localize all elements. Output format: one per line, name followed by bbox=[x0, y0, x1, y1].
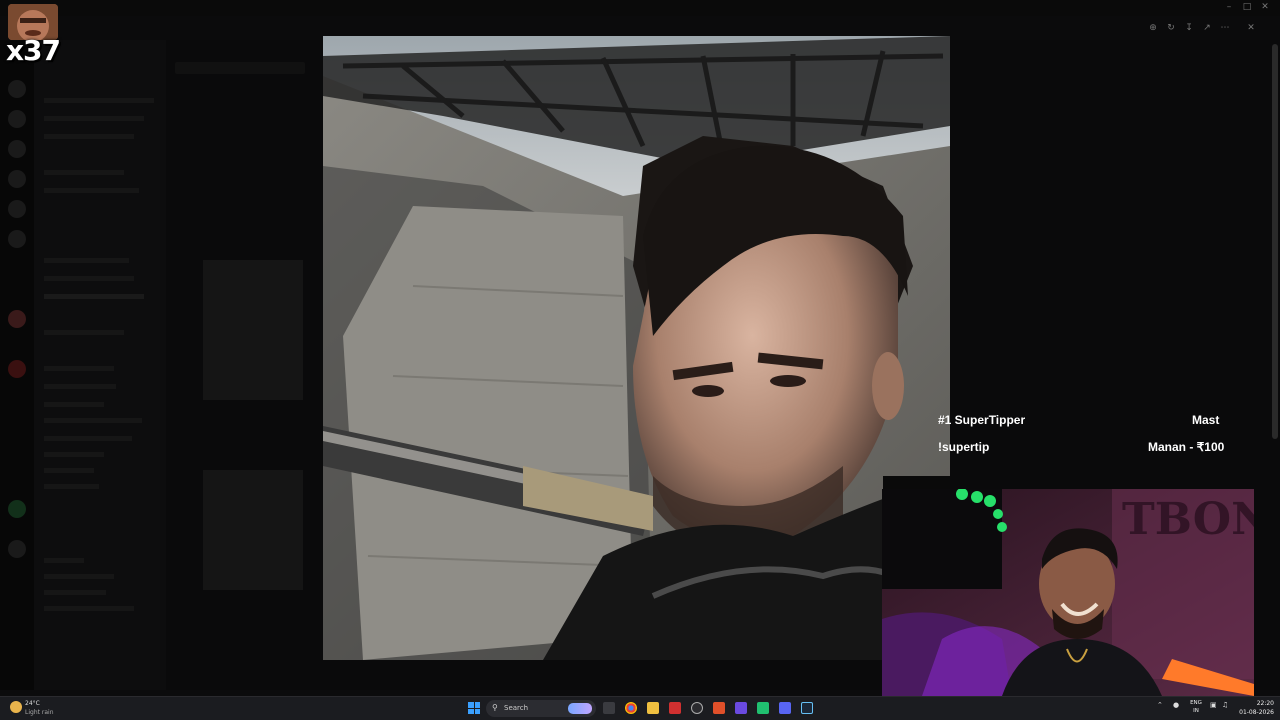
webcam-feed: TBON bbox=[882, 489, 1254, 696]
clock-time: 22:20 bbox=[1256, 700, 1274, 707]
weather-icon[interactable] bbox=[10, 701, 22, 713]
chevron-up-icon[interactable]: ⌃ bbox=[1157, 701, 1163, 709]
open-external-icon[interactable]: ↗ bbox=[1200, 21, 1214, 35]
channel-item[interactable] bbox=[44, 258, 129, 263]
channel-item[interactable] bbox=[44, 606, 134, 611]
supertip-command: !supertip bbox=[938, 440, 990, 454]
multiplier-label: x37 bbox=[6, 34, 61, 67]
app-icon[interactable] bbox=[669, 702, 681, 714]
svg-text:TBON: TBON bbox=[1122, 494, 1254, 545]
volume-icon[interactable]: ♫ bbox=[1222, 701, 1228, 709]
maximize-icon[interactable]: □ bbox=[1240, 2, 1254, 12]
close-viewer-icon[interactable]: ✕ bbox=[1244, 21, 1258, 35]
search-highlight-icon bbox=[568, 703, 592, 714]
channel-item[interactable] bbox=[44, 558, 84, 563]
region-code: IN bbox=[1193, 708, 1199, 714]
channel-item[interactable] bbox=[44, 436, 132, 441]
download-icon[interactable]: ↧ bbox=[1182, 21, 1196, 35]
close-icon[interactable]: ✕ bbox=[1258, 2, 1272, 12]
clock-date: 01-08-2026 bbox=[1239, 709, 1274, 716]
channel-item[interactable] bbox=[44, 468, 94, 473]
channel-item[interactable] bbox=[44, 330, 124, 335]
zoom-icon[interactable]: ⊕ bbox=[1146, 21, 1160, 35]
microphone-icon[interactable]: ● bbox=[1173, 701, 1179, 709]
chat-image[interactable] bbox=[203, 470, 303, 590]
server-rail bbox=[0, 40, 34, 690]
webcam-illustration: TBON bbox=[882, 489, 1254, 696]
language-code: ENG bbox=[1190, 700, 1202, 706]
discord-icon[interactable] bbox=[779, 702, 791, 714]
channel-item[interactable] bbox=[44, 418, 142, 423]
channel-item[interactable] bbox=[44, 134, 134, 139]
file-explorer-icon[interactable] bbox=[647, 702, 659, 714]
search-label: Search bbox=[504, 704, 529, 712]
system-clock[interactable]: 22:20 01-08-2026 bbox=[1234, 699, 1274, 717]
supertipper-name: Mast bbox=[1192, 413, 1220, 427]
channel-item[interactable] bbox=[44, 484, 99, 489]
network-icon[interactable]: ▣ bbox=[1210, 701, 1217, 709]
channel-item[interactable] bbox=[44, 574, 114, 579]
minimize-icon[interactable]: – bbox=[1222, 2, 1236, 12]
channel-item[interactable] bbox=[44, 384, 116, 389]
app-icon[interactable] bbox=[691, 702, 703, 714]
channel-item[interactable] bbox=[44, 590, 106, 595]
server-icon[interactable] bbox=[8, 140, 26, 158]
task-view-icon[interactable] bbox=[603, 702, 615, 714]
server-icon[interactable] bbox=[8, 310, 26, 328]
channel-item[interactable] bbox=[44, 402, 104, 407]
weather-temperature[interactable]: 24°C bbox=[25, 700, 40, 707]
scrollbar[interactable] bbox=[1272, 44, 1278, 439]
rotate-icon[interactable]: ↻ bbox=[1164, 21, 1178, 35]
more-icon[interactable]: ⋯ bbox=[1218, 21, 1232, 35]
server-icon[interactable] bbox=[8, 80, 26, 98]
chat-image[interactable] bbox=[203, 260, 303, 400]
channel-item[interactable] bbox=[44, 276, 134, 281]
window-titlebar: – □ ✕ bbox=[0, 0, 1280, 16]
chat-search-bar[interactable] bbox=[175, 62, 305, 74]
photo-illustration bbox=[323, 36, 950, 660]
taskbar-search[interactable]: ⚲ Search bbox=[486, 700, 596, 717]
language-indicator[interactable]: ENG IN bbox=[1188, 699, 1204, 715]
weather-description[interactable]: Light rain bbox=[25, 709, 54, 716]
supertipper-amount: Manan - ₹100 bbox=[1148, 440, 1225, 454]
channel-item[interactable] bbox=[44, 170, 124, 175]
channel-item[interactable] bbox=[44, 116, 144, 121]
server-icon[interactable] bbox=[8, 540, 26, 558]
channel-item[interactable] bbox=[44, 452, 104, 457]
server-icon[interactable] bbox=[8, 170, 26, 188]
channel-item[interactable] bbox=[44, 366, 114, 371]
windows-start-icon[interactable] bbox=[468, 702, 480, 714]
server-icon[interactable] bbox=[8, 230, 26, 248]
server-icon[interactable] bbox=[8, 110, 26, 128]
supertipper-title: #1 SuperTipper bbox=[938, 413, 1026, 427]
server-icon[interactable] bbox=[8, 500, 26, 518]
app-icon[interactable] bbox=[757, 702, 769, 714]
viewed-image[interactable] bbox=[323, 36, 950, 660]
server-icon[interactable] bbox=[8, 200, 26, 218]
channel-list bbox=[34, 40, 166, 690]
channel-item[interactable] bbox=[44, 294, 144, 299]
chrome-icon[interactable] bbox=[625, 702, 637, 714]
screen: – □ ✕ ⊕ ↻ ↧ ↗ ⋯ ✕ x37 #1 SuperTipper Mas… bbox=[0, 0, 1280, 720]
steam-icon[interactable] bbox=[801, 702, 813, 714]
server-icon[interactable] bbox=[8, 360, 26, 378]
app-icon[interactable] bbox=[713, 702, 725, 714]
app-icon[interactable] bbox=[735, 702, 747, 714]
channel-item[interactable] bbox=[44, 98, 154, 103]
search-icon: ⚲ bbox=[492, 703, 498, 712]
channel-item[interactable] bbox=[44, 188, 139, 193]
taskbar: 24°C Light rain ⚲ Search ⌃ ● ENG IN ▣ ♫ … bbox=[0, 696, 1280, 720]
